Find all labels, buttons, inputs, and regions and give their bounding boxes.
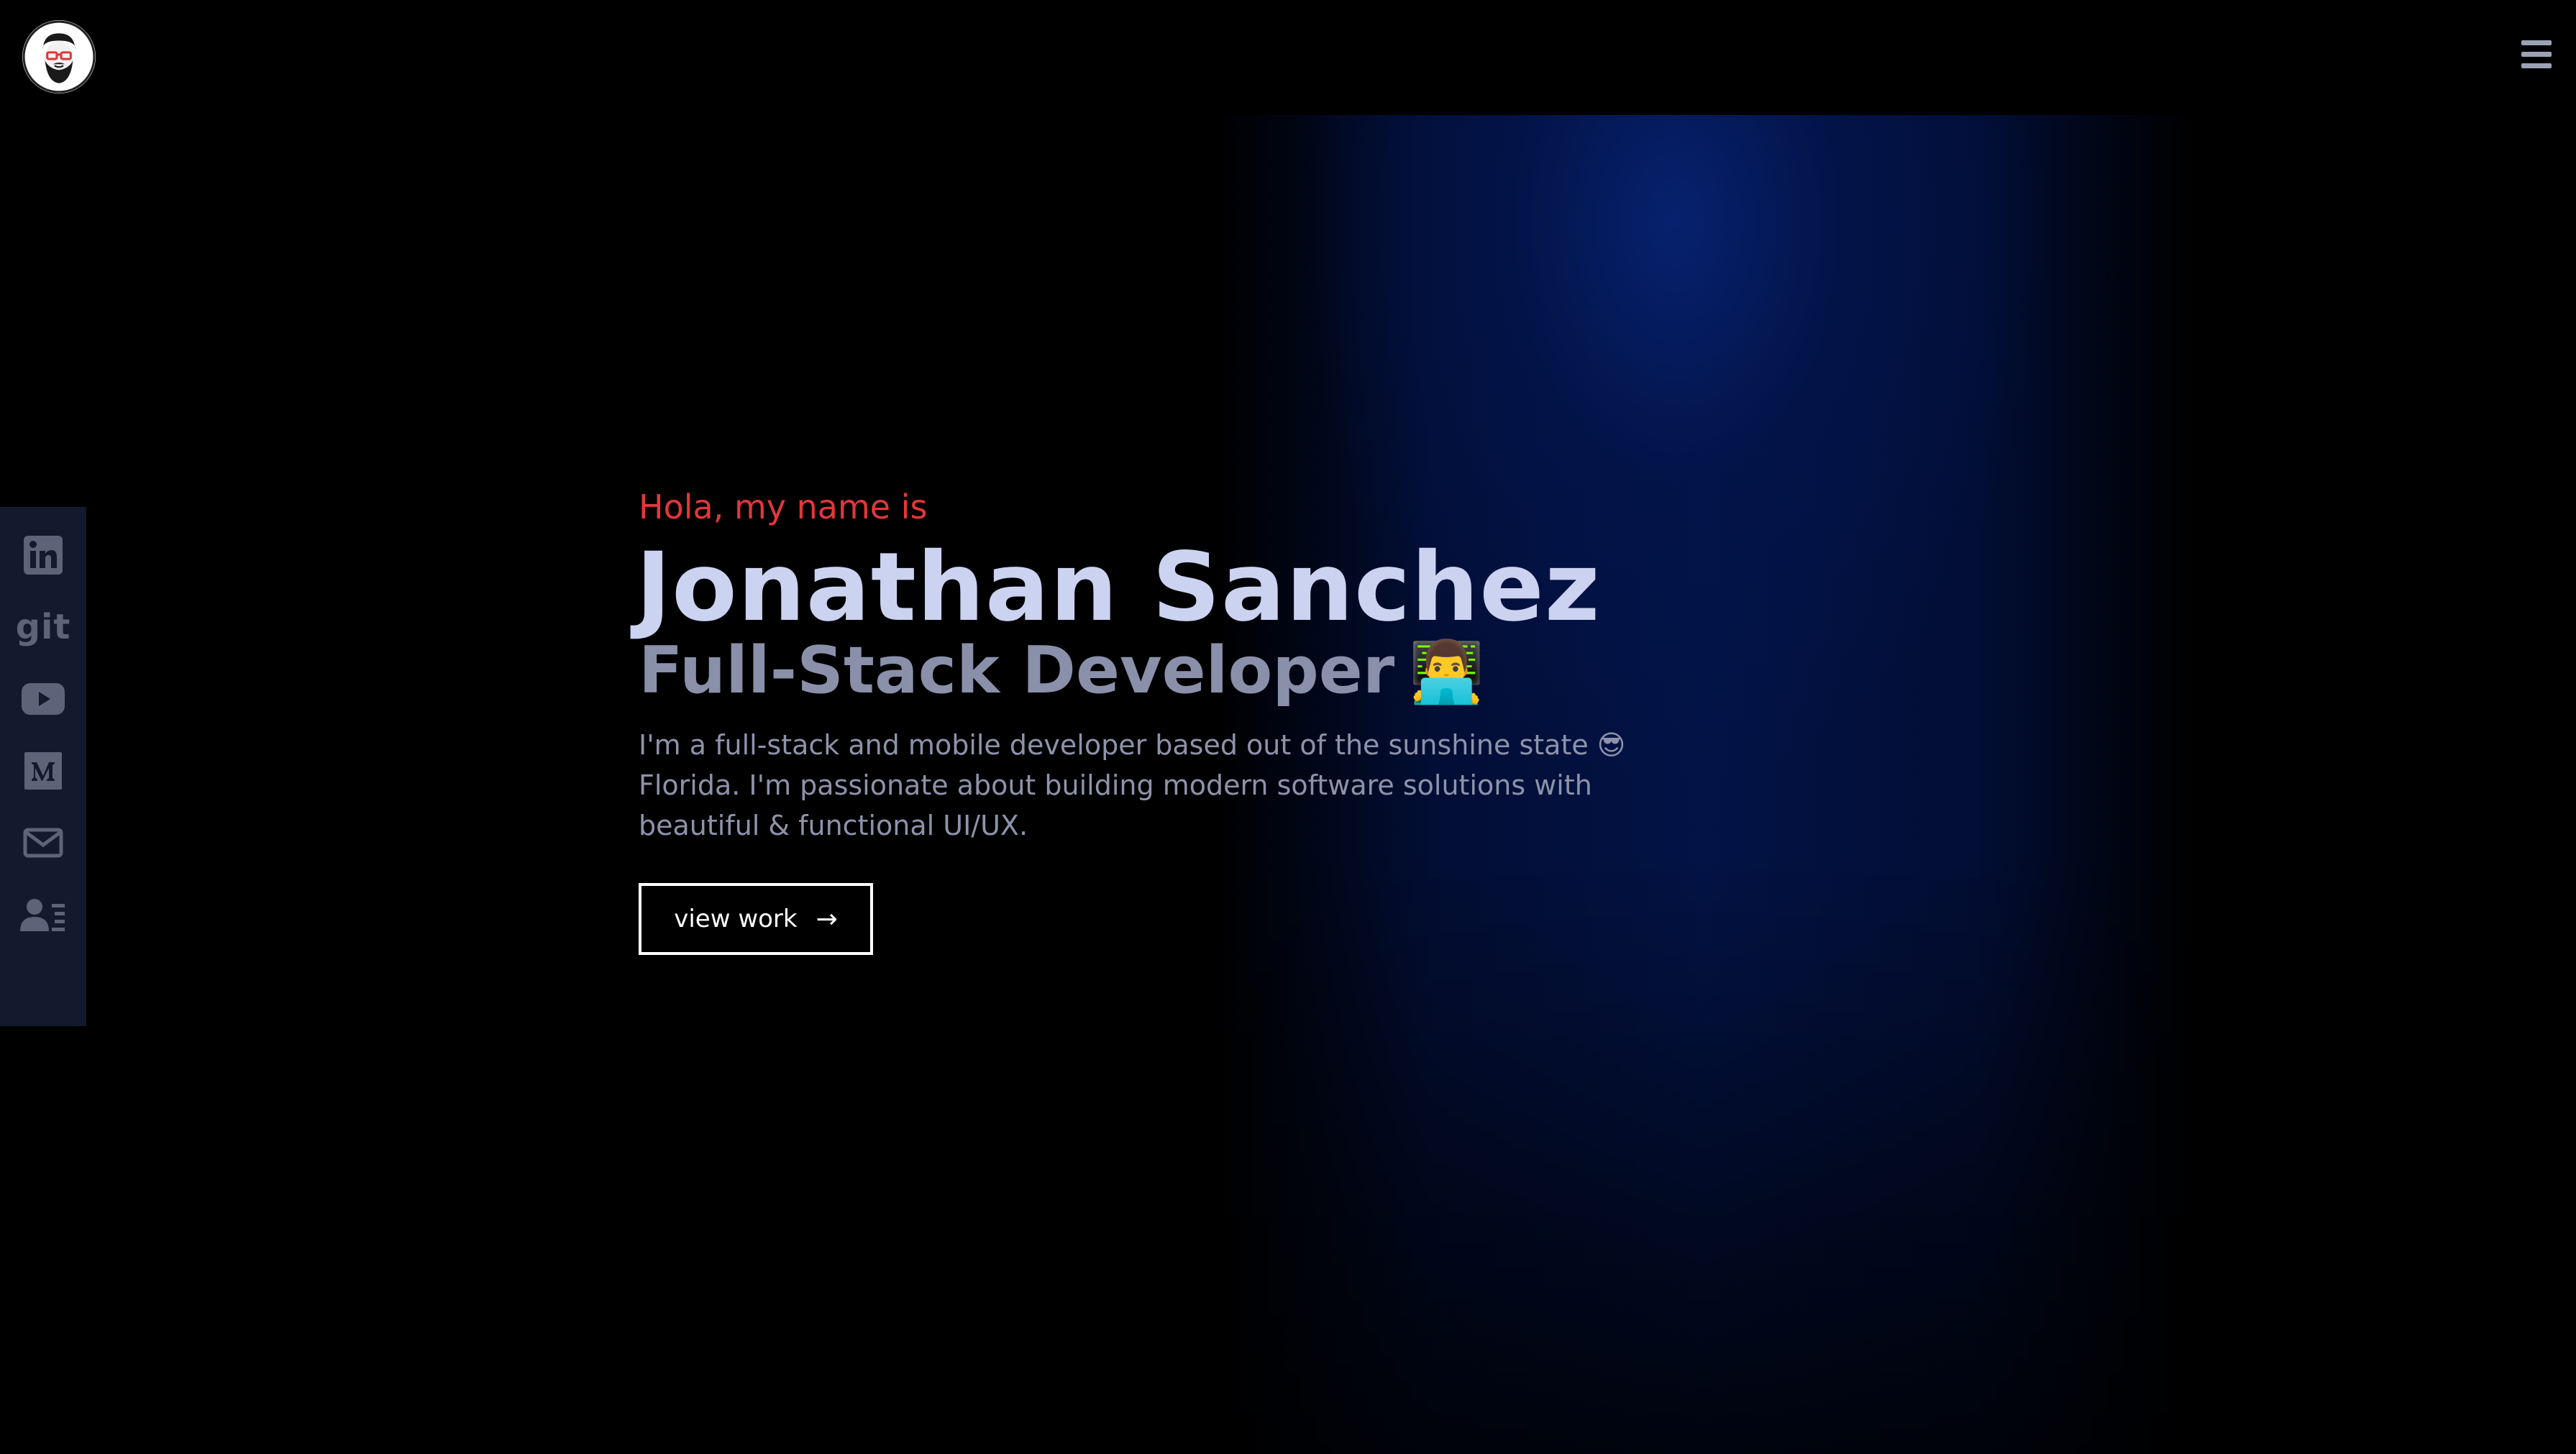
role-title: Full-Stack Developer	[639, 633, 1395, 708]
git-link[interactable]: git	[0, 591, 86, 663]
resume-link[interactable]	[0, 879, 86, 951]
contact-card-icon	[20, 899, 65, 931]
mail-icon	[23, 828, 63, 858]
medium-icon	[24, 752, 62, 790]
git-icon: git	[15, 607, 71, 647]
youtube-icon	[22, 683, 65, 715]
menu-line	[2521, 52, 2552, 57]
youtube-link[interactable]	[0, 663, 86, 735]
social-sidebar: git	[0, 507, 86, 1026]
menu-line	[2521, 63, 2552, 68]
arrow-right-icon: →	[816, 904, 838, 934]
view-work-button[interactable]: view work →	[639, 883, 873, 955]
view-work-label: view work	[674, 905, 798, 933]
email-link[interactable]	[0, 807, 86, 879]
hero-name: Jonathan Sanchez	[636, 532, 1601, 643]
hero-role: Full-Stack Developer 👨‍💻	[639, 633, 1484, 708]
linkedin-icon	[24, 536, 63, 575]
hero-bio: I'm a full-stack and mobile developer ba…	[639, 729, 1626, 841]
greeting-text: Hola, my name is	[639, 488, 928, 526]
linkedin-link[interactable]	[0, 519, 86, 591]
logo-avatar-icon[interactable]	[22, 20, 96, 93]
hamburger-menu-icon[interactable]	[2517, 37, 2557, 75]
menu-line	[2521, 40, 2552, 45]
medium-link[interactable]	[0, 735, 86, 807]
top-navigation	[0, 0, 2576, 115]
technologist-emoji-icon: 👨‍💻	[1409, 636, 1484, 707]
